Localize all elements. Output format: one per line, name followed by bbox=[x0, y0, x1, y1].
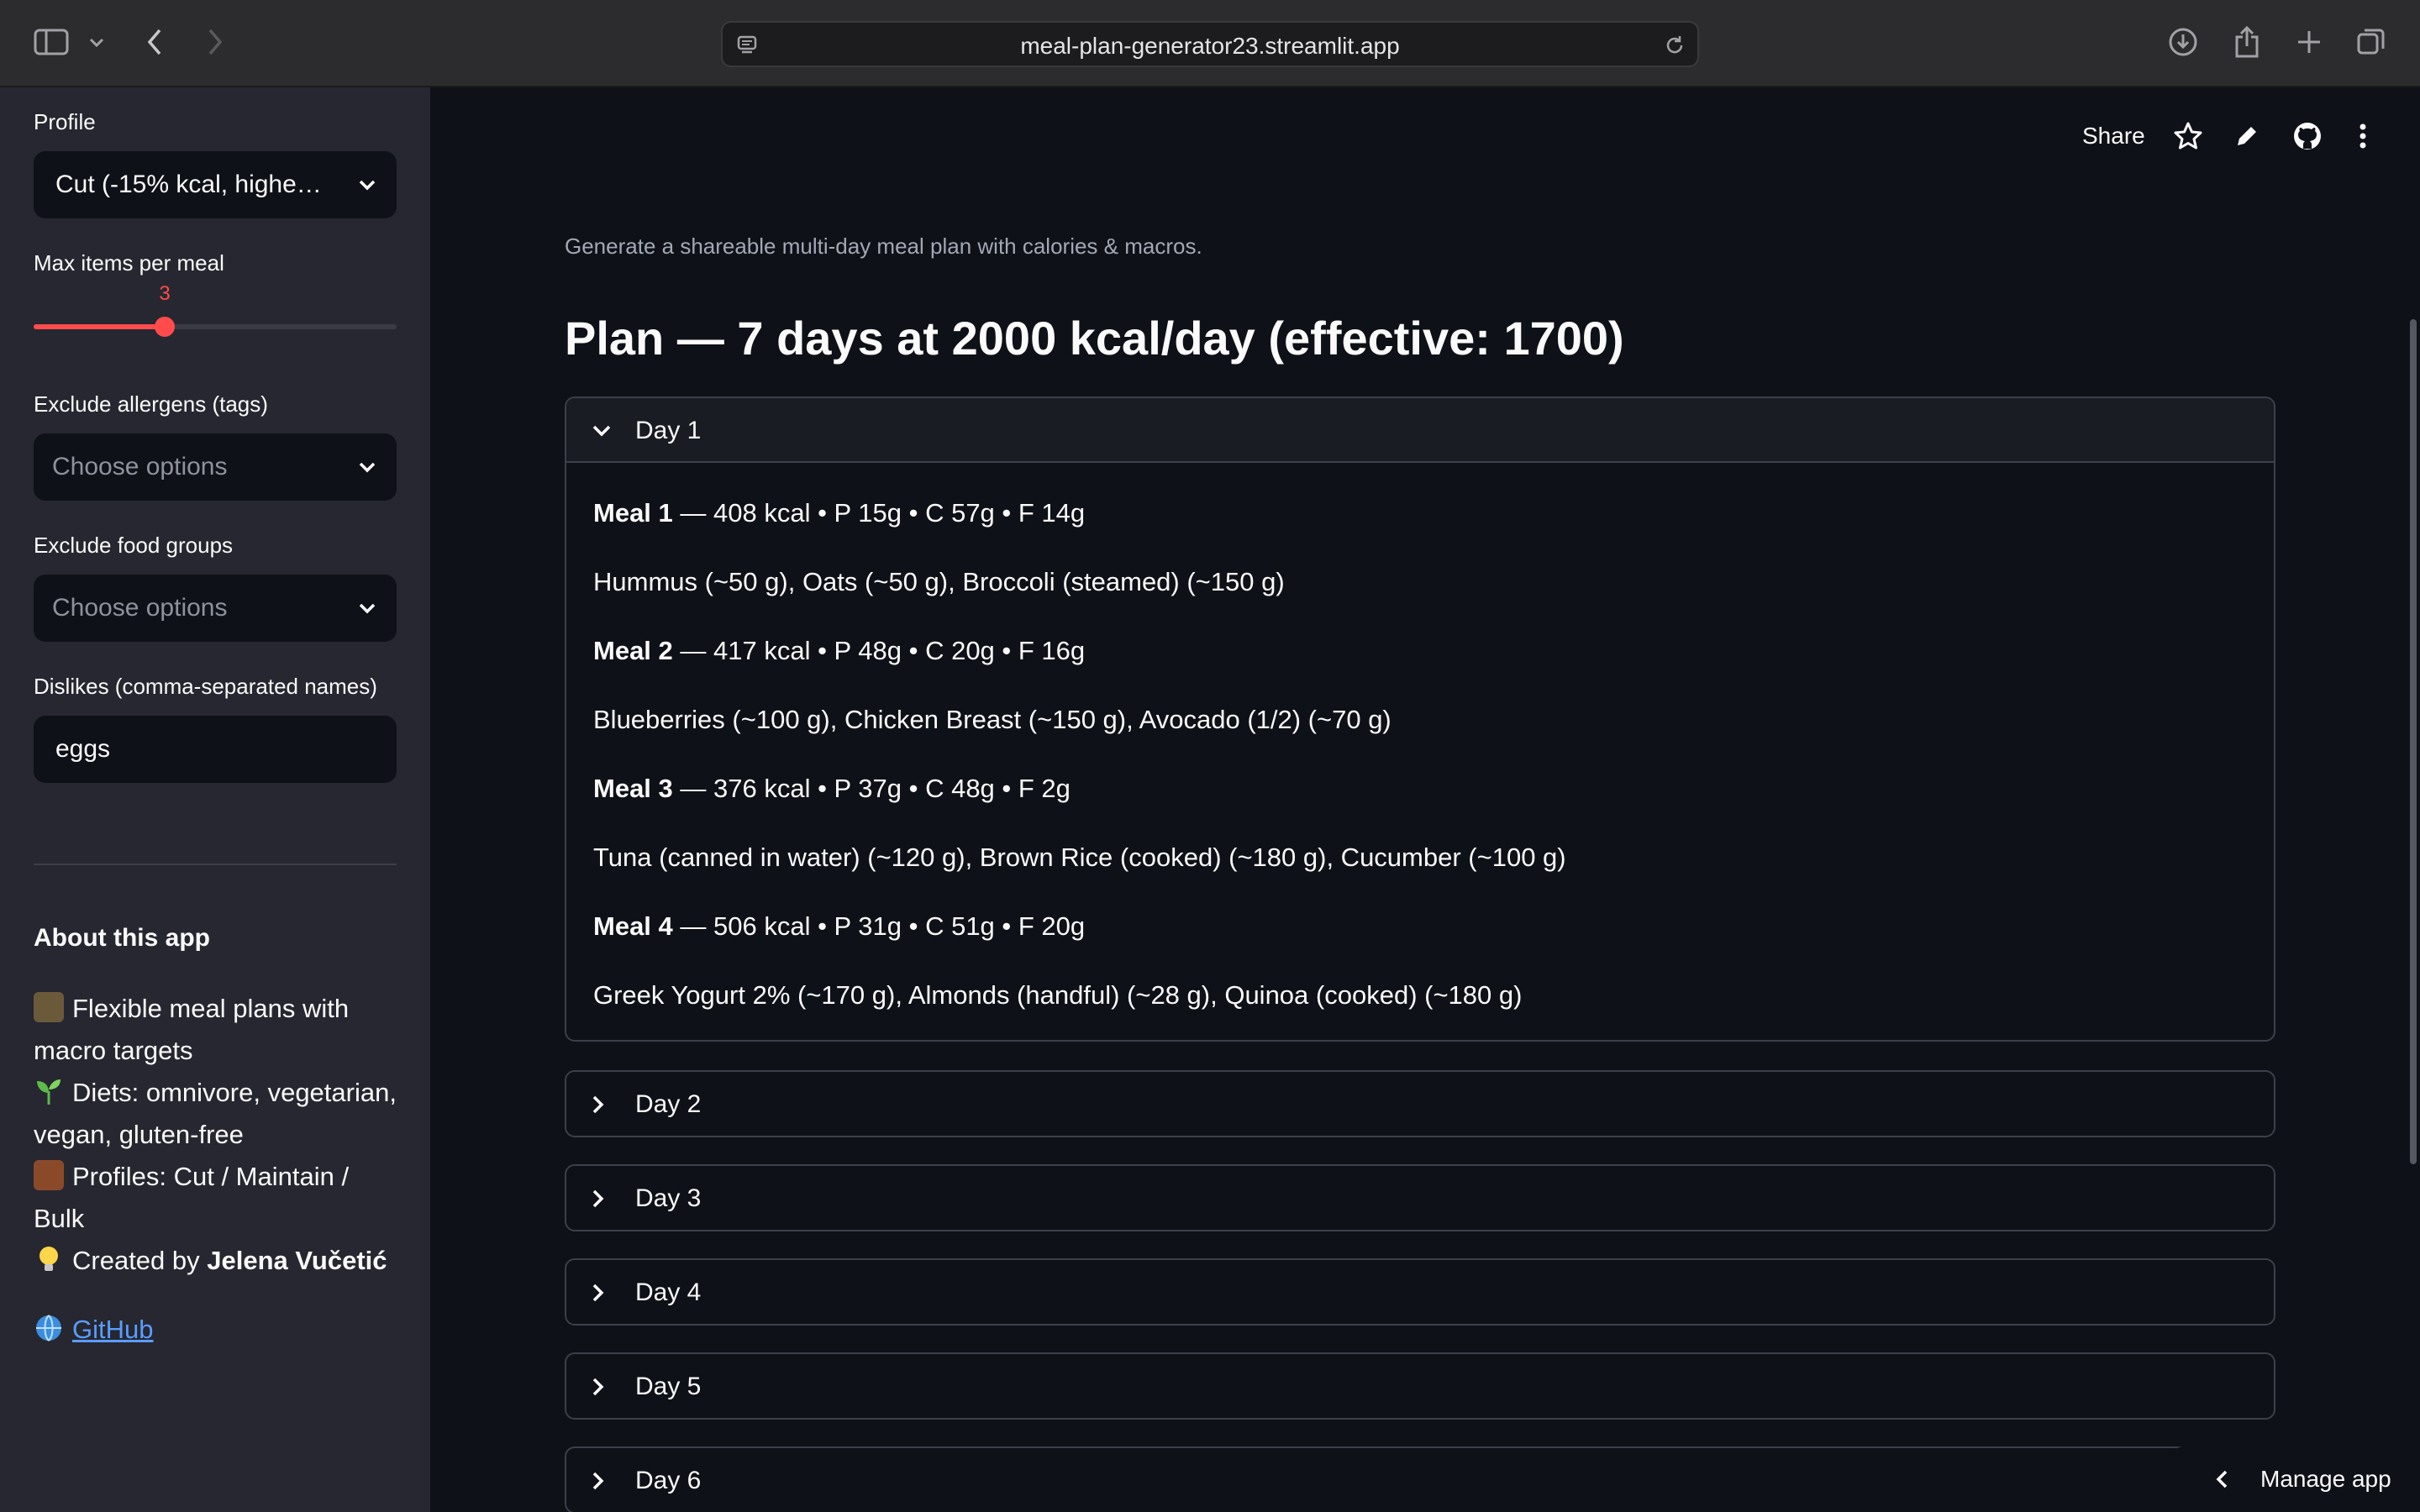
day-body-1: Meal 1 — 408 kcal • P 15g • C 57g • F 14… bbox=[566, 463, 2274, 1039]
address-bar[interactable]: meal-plan-generator23.streamlit.app bbox=[721, 21, 1699, 67]
day-expander-6[interactable]: Day 6 bbox=[565, 1446, 2275, 1512]
allergens-placeholder: Choose options bbox=[52, 453, 228, 480]
meal-summary: Meal 4 — 506 kcal • P 31g • C 51g • F 20… bbox=[593, 911, 1086, 941]
chevron-right-icon bbox=[592, 1354, 605, 1419]
about-line-diets: Diets: omnivore, vegetarian, bbox=[34, 1072, 403, 1114]
chevron-down-icon bbox=[358, 433, 376, 501]
abacus-icon bbox=[34, 1160, 64, 1190]
meal-summary: Meal 1 — 408 kcal • P 15g • C 57g • F 14… bbox=[593, 498, 1086, 528]
meal-items: Blueberries (~100 g), Chicken Breast (~1… bbox=[593, 705, 1392, 734]
day-label: Day 3 bbox=[635, 1184, 702, 1212]
about-title: About this app bbox=[34, 924, 210, 952]
about-line-flexible-cont: macro targets bbox=[34, 1036, 193, 1065]
max-items-label: Max items per meal bbox=[34, 250, 224, 276]
chevron-down-icon bbox=[592, 398, 612, 463]
day-expander-3[interactable]: Day 3 bbox=[565, 1164, 2275, 1231]
food-groups-multiselect[interactable]: Choose options bbox=[34, 575, 397, 642]
manage-app-button[interactable]: Manage app bbox=[2173, 1446, 2420, 1512]
allergens-label: Exclude allergens (tags) bbox=[34, 391, 268, 417]
profile-select[interactable]: Cut (-15% kcal, highe… bbox=[34, 151, 397, 218]
manage-app-label: Manage app bbox=[2260, 1466, 2391, 1492]
chevron-right-icon bbox=[592, 1448, 605, 1512]
day-header-4: Day 4 bbox=[566, 1260, 2274, 1325]
allergens-multiselect[interactable]: Choose options bbox=[34, 433, 397, 501]
chevron-right-icon bbox=[592, 1260, 605, 1325]
meal-items: Greek Yogurt 2% (~170 g), Almonds (handf… bbox=[593, 980, 1523, 1010]
about-line-creator: Created by Jelena Vučetić bbox=[34, 1240, 403, 1282]
github-link-row: GitHub bbox=[34, 1309, 403, 1351]
day-header-5: Day 5 bbox=[566, 1354, 2274, 1419]
tab-overview-icon[interactable] bbox=[2354, 25, 2388, 59]
day-header-1[interactable]: Day 1 bbox=[566, 398, 2274, 463]
more-menu-icon[interactable] bbox=[2356, 118, 2370, 155]
sidebar-divider bbox=[34, 864, 397, 865]
day-header-6: Day 6 bbox=[566, 1448, 2274, 1512]
dislikes-input[interactable]: eggs bbox=[34, 716, 397, 783]
day-label: Day 5 bbox=[635, 1373, 702, 1400]
day-label: Day 6 bbox=[635, 1467, 702, 1494]
chevron-right-icon bbox=[592, 1166, 605, 1231]
chevron-left-icon bbox=[2215, 1469, 2228, 1494]
creator-name: Jelena Vučetić bbox=[207, 1246, 387, 1275]
sidebar: Profile Cut (-15% kcal, highe… Max items… bbox=[0, 87, 430, 1512]
chevron-down-icon bbox=[358, 151, 376, 218]
about-line-profiles-cont: Bulk bbox=[34, 1204, 85, 1233]
max-items-slider[interactable] bbox=[34, 317, 397, 337]
day-expander-1: Day 1 Meal 1 — 408 kcal • P 15g • C 57g … bbox=[565, 396, 2275, 1042]
day-expander-4[interactable]: Day 4 bbox=[565, 1258, 2275, 1326]
chevron-down-icon[interactable] bbox=[84, 30, 109, 55]
about-line-flexible: Flexible meal plans with bbox=[34, 988, 403, 1030]
about-line-profiles: Profiles: Cut / Maintain / bbox=[34, 1156, 403, 1198]
star-icon[interactable] bbox=[2173, 118, 2203, 155]
day-label: Day 2 bbox=[635, 1090, 702, 1118]
scrollbar[interactable] bbox=[2410, 319, 2417, 1164]
max-items-value: 3 bbox=[159, 282, 171, 305]
github-link[interactable]: GitHub bbox=[72, 1315, 153, 1344]
slider-fill bbox=[34, 324, 165, 329]
new-tab-icon[interactable] bbox=[2292, 25, 2326, 59]
dislikes-value: eggs bbox=[55, 735, 111, 763]
globe-icon bbox=[34, 1313, 64, 1343]
browser-toolbar: meal-plan-generator23.streamlit.app bbox=[0, 0, 2420, 87]
day-label: Day 1 bbox=[635, 417, 702, 444]
download-icon[interactable] bbox=[2166, 25, 2200, 59]
day-expander-2[interactable]: Day 2 bbox=[565, 1070, 2275, 1137]
meal-summary: Meal 2 — 417 kcal • P 48g • C 20g • F 16… bbox=[593, 636, 1086, 665]
dislikes-label: Dislikes (comma-separated names) bbox=[34, 674, 377, 699]
food-groups-placeholder: Choose options bbox=[52, 594, 228, 622]
profile-label: Profile bbox=[34, 109, 96, 134]
slider-thumb[interactable] bbox=[155, 317, 175, 337]
meal-summary: Meal 3 — 376 kcal • P 37g • C 48g • F 2g bbox=[593, 774, 1071, 803]
about-line-diets-cont: vegan, gluten-free bbox=[34, 1120, 244, 1149]
reload-icon[interactable] bbox=[1662, 33, 1687, 58]
edit-pencil-icon[interactable] bbox=[2233, 118, 2260, 155]
page-subtitle: Generate a shareable multi-day meal plan… bbox=[565, 234, 1202, 259]
chevron-right-icon bbox=[592, 1072, 605, 1137]
meal-items: Tuna (canned in water) (~120 g), Brown R… bbox=[593, 843, 1566, 872]
day-label: Day 4 bbox=[635, 1278, 702, 1306]
day-expander-5[interactable]: Day 5 bbox=[565, 1352, 2275, 1420]
forward-arrow-icon[interactable] bbox=[200, 25, 230, 59]
weightlifter-icon bbox=[34, 992, 64, 1022]
meal-items: Hummus (~50 g), Oats (~50 g), Broccoli (… bbox=[593, 567, 1285, 596]
day-header-3: Day 3 bbox=[566, 1166, 2274, 1231]
share-icon[interactable] bbox=[2230, 24, 2264, 60]
sidebar-toggle-icon[interactable] bbox=[32, 25, 71, 59]
chevron-down-icon bbox=[358, 575, 376, 642]
day-header-2: Day 2 bbox=[566, 1072, 2274, 1137]
profile-select-value: Cut (-15% kcal, highe… bbox=[55, 171, 322, 198]
lightbulb-icon bbox=[34, 1244, 64, 1274]
seedling-icon bbox=[34, 1076, 64, 1106]
back-arrow-icon[interactable] bbox=[139, 25, 170, 59]
food-groups-label: Exclude food groups bbox=[34, 533, 234, 558]
url-text: meal-plan-generator23.streamlit.app bbox=[1020, 33, 1400, 59]
github-icon[interactable] bbox=[2292, 118, 2323, 155]
share-button[interactable]: Share bbox=[2082, 118, 2145, 155]
page-title: Plan — 7 days at 2000 kcal/day (effectiv… bbox=[565, 312, 1624, 365]
